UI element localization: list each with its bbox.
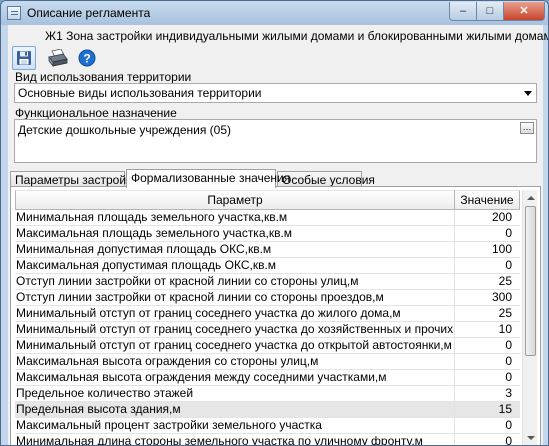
column-header-value[interactable]: Значение: [455, 190, 520, 210]
value-cell[interactable]: 300: [455, 290, 520, 305]
param-cell[interactable]: Минимальная длина стороны земельного уча…: [15, 434, 455, 445]
browse-button[interactable]: …: [520, 122, 534, 134]
tab-bar: Параметры застройки Формализованные знач…: [10, 169, 541, 188]
table-row[interactable]: Минимальная длина стороны земельного уча…: [15, 434, 520, 445]
value-cell[interactable]: 0: [455, 338, 520, 353]
help-icon: ?: [78, 49, 96, 67]
value-cell[interactable]: 3: [455, 386, 520, 401]
value-cell[interactable]: 25: [455, 274, 520, 289]
table-row[interactable]: Предельное количество этажей 3: [15, 386, 520, 402]
usage-select-value: Основные виды использования территории: [18, 86, 262, 100]
param-cell[interactable]: Максимальная площадь земельного участка,…: [15, 226, 455, 241]
close-button[interactable]: ✕: [503, 2, 545, 21]
grid-header: Параметр Значение: [15, 190, 520, 210]
maximize-button[interactable]: □: [476, 2, 504, 21]
params-grid: Параметр Значение Минимальная площадь зе…: [15, 190, 537, 445]
table-row[interactable]: Предельная высота здания,м 15: [15, 402, 520, 418]
usage-label: Вид использования территории: [15, 70, 192, 84]
help-button[interactable]: ?: [75, 46, 99, 70]
vertical-scrollbar[interactable]: [522, 190, 537, 445]
param-cell[interactable]: Минимальный отступ от границ соседнего у…: [15, 338, 455, 353]
value-cell[interactable]: 0: [455, 226, 520, 241]
table-row[interactable]: Отступ линии застройки от красной линии …: [15, 274, 520, 290]
tab-formal-values[interactable]: Формализованные значения: [126, 169, 290, 188]
table-row[interactable]: Минимальная площадь земельного участка,к…: [15, 210, 520, 226]
param-cell[interactable]: Максимальная высота ограждения со сторон…: [15, 354, 455, 369]
app-icon: [7, 6, 21, 20]
minimize-button[interactable]: –: [449, 2, 477, 21]
value-cell[interactable]: 200: [455, 210, 520, 225]
scroll-thumb[interactable]: [525, 206, 536, 356]
value-cell[interactable]: 10: [455, 322, 520, 337]
tab-panel: Параметр Значение Минимальная площадь зе…: [10, 186, 541, 445]
app-window: Описание регламента – □ ✕ Ж1 Зона застро…: [0, 0, 549, 446]
usage-select[interactable]: Основные виды использования территории: [14, 83, 537, 103]
function-field-value: Детские дошкольные учреждения (05): [18, 123, 232, 137]
grid-rows: Минимальная площадь земельного участка,к…: [15, 210, 520, 445]
scroll-down-icon[interactable]: [523, 431, 537, 445]
param-cell[interactable]: Предельное количество этажей: [15, 386, 455, 401]
window-title: Описание регламента: [27, 6, 151, 20]
floppy-disk-icon: [17, 51, 31, 65]
value-cell[interactable]: 100: [455, 242, 520, 257]
column-header-param[interactable]: Параметр: [15, 190, 455, 210]
param-cell[interactable]: Предельная высота здания,м: [15, 402, 455, 417]
printer-icon: [48, 49, 68, 67]
chevron-down-icon[interactable]: [524, 91, 532, 96]
value-cell[interactable]: 0: [455, 418, 520, 433]
function-label: Функциональное назначение: [15, 106, 177, 120]
dialog-body: Ж1 Зона застройки индивидуальными жилыми…: [8, 25, 548, 445]
print-button[interactable]: [46, 46, 70, 70]
scroll-up-icon[interactable]: [523, 190, 537, 205]
param-cell[interactable]: Минимальный отступ от границ соседнего у…: [15, 322, 455, 337]
table-row[interactable]: Минимальный отступ от границ соседнего у…: [15, 306, 520, 322]
title-bar[interactable]: Описание регламента – □ ✕: [1, 1, 548, 25]
param-cell[interactable]: Отступ линии застройки от красной линии …: [15, 290, 455, 305]
table-row[interactable]: Минимальная допустимая площадь ОКС,кв.м 1…: [15, 242, 520, 258]
param-cell[interactable]: Максимальный процент застройки земельног…: [15, 418, 455, 433]
help-glyph: ?: [83, 52, 90, 66]
table-row[interactable]: Максимальная высота ограждения между сос…: [15, 370, 520, 386]
table-row[interactable]: Максимальный процент застройки земельног…: [15, 418, 520, 434]
param-cell[interactable]: Максимальная высота ограждения между сос…: [15, 370, 455, 385]
table-row[interactable]: Минимальный отступ от границ соседнего у…: [15, 322, 520, 338]
param-cell[interactable]: Минимальная площадь земельного участка,к…: [15, 210, 455, 225]
table-row[interactable]: Максимальная допустимая площадь ОКС,кв.м…: [15, 258, 520, 274]
param-cell[interactable]: Минимальный отступ от границ соседнего у…: [15, 306, 455, 321]
toolbar: ?: [10, 45, 130, 71]
value-cell[interactable]: 0: [455, 434, 520, 445]
table-row[interactable]: Максимальная высота ограждения со сторон…: [15, 354, 520, 370]
zone-label: Ж1 Зона застройки индивидуальными жилыми…: [45, 29, 549, 43]
tab-build-params[interactable]: Параметры застройки: [10, 171, 138, 187]
table-row[interactable]: Максимальная площадь земельного участка,…: [15, 226, 520, 242]
table-row[interactable]: Отступ линии застройки от красной линии …: [15, 290, 520, 306]
value-cell[interactable]: 0: [455, 258, 520, 273]
value-cell[interactable]: 15: [455, 402, 520, 417]
value-cell[interactable]: 0: [455, 354, 520, 369]
function-field[interactable]: Детские дошкольные учреждения (05) …: [14, 119, 537, 163]
value-cell[interactable]: 25: [455, 306, 520, 321]
param-cell[interactable]: Максимальная допустимая площадь ОКС,кв.м: [15, 258, 455, 273]
param-cell[interactable]: Отступ линии застройки от красной линии …: [15, 274, 455, 289]
value-cell[interactable]: 0: [455, 370, 520, 385]
table-row[interactable]: Минимальный отступ от границ соседнего у…: [15, 338, 520, 354]
param-cell[interactable]: Минимальная допустимая площадь ОКС,кв.м: [15, 242, 455, 257]
save-button[interactable]: [12, 46, 36, 70]
